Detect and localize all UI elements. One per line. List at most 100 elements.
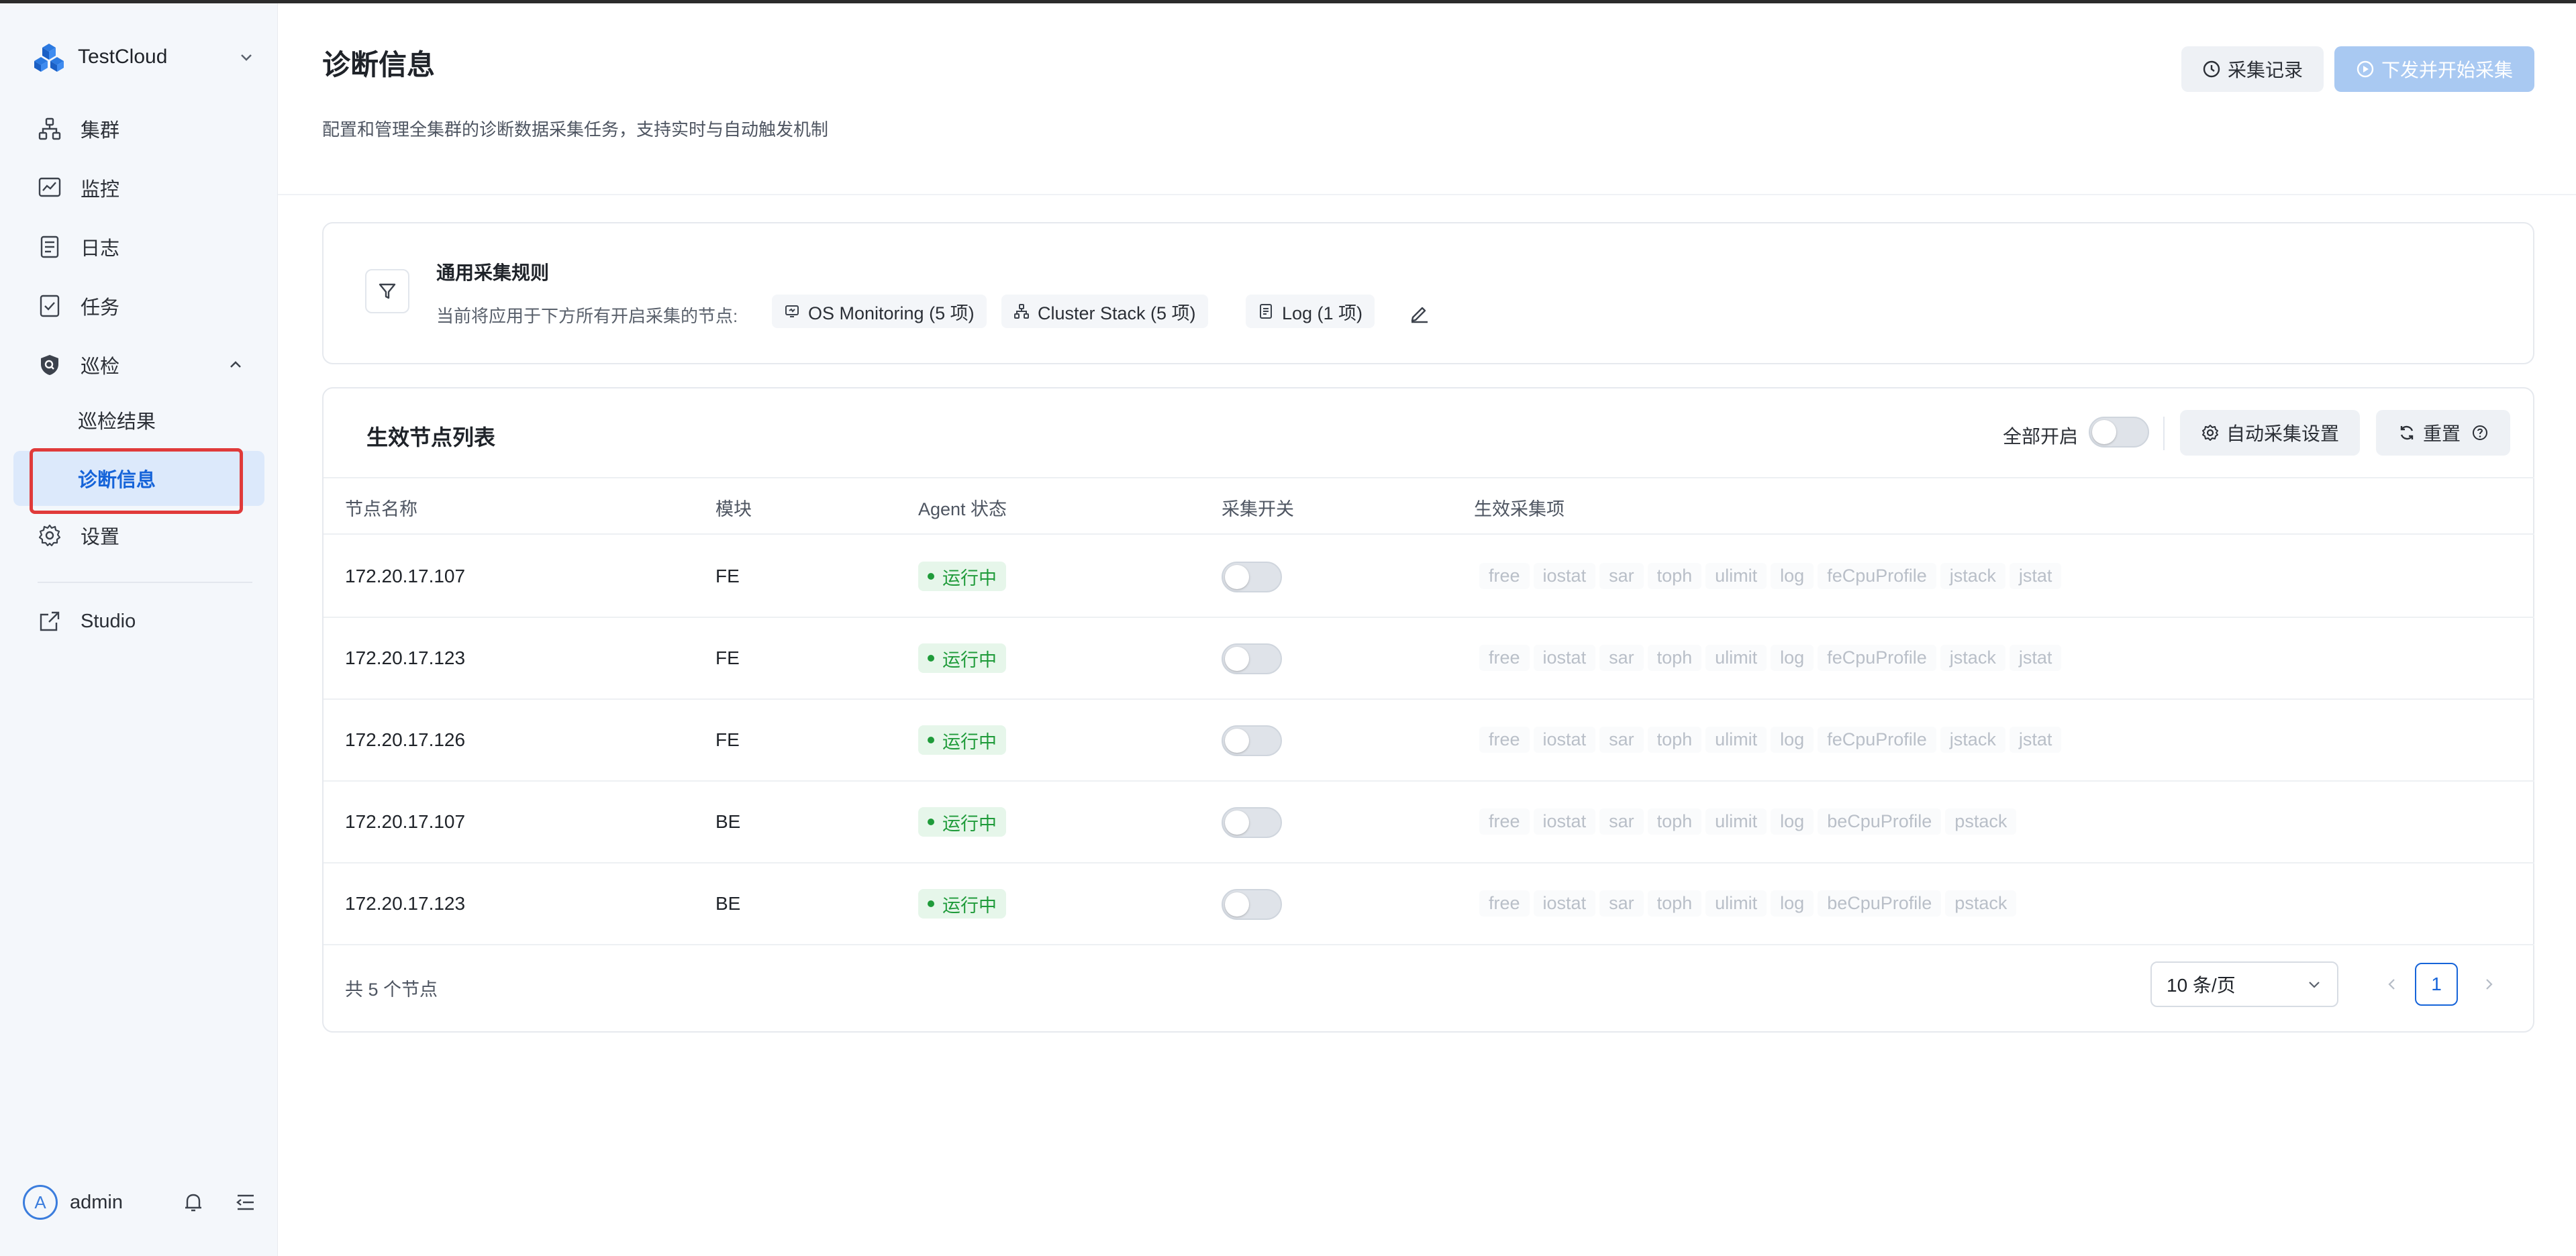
collapse-menu-icon[interactable] [234,1190,258,1214]
user-profile: A admin [23,1184,258,1221]
chip-label: Log (1 项) [1282,303,1363,323]
collection-item-tag: log [1771,563,1814,589]
avatar[interactable]: A [23,1185,58,1220]
sidebar-subitem-diagnostics[interactable]: 诊断信息 [13,451,264,506]
dispatch-start-button[interactable]: 下发并开始采集 [2334,46,2534,92]
collection-item-tag: log [1771,890,1814,917]
collection-item-tag: toph [1647,890,1702,917]
collection-item-tag: ulimit [1705,808,1767,835]
table-row: 172.20.17.123 BE 运行中 free iostat sar toph ulimi… [324,863,2534,945]
collection-item-tag: iostat [1533,890,1596,917]
sidebar-subitem-inspection-results[interactable]: 巡检结果 [13,392,264,448]
collection-item-tag: log [1771,727,1814,753]
collection-item-tag: feCpuProfile [1818,563,1936,589]
filter-icon [379,283,396,299]
collection-item-tag: log [1771,645,1814,671]
status-badge: 运行中 [918,562,1006,591]
collection-toggle[interactable] [1222,807,1282,838]
collection-item-tag: jstack [1940,645,2005,671]
node-name-cell: 172.20.17.107 [345,811,466,832]
button-label: 重置 [2422,423,2461,444]
toggle-knob [1225,565,1249,589]
refresh-icon [2400,425,2414,440]
collection-item-tag: sar [1599,563,1644,589]
page-number-current[interactable]: 1 [2415,963,2458,1006]
bell-icon[interactable] [181,1190,205,1214]
chevron-down-icon [241,54,252,61]
collection-item-tag: jstat [2009,727,2062,753]
collection-toggle[interactable] [1222,643,1282,674]
sidebar-item-label: 巡检 [81,356,120,378]
sidebar: TestCloud 集群 监控 日志 任务 巡检 巡检结果 诊断信息 设置 St… [0,3,278,1256]
table-header: 节点名称 模块 Agent 状态 采集开关 生效采集项 [324,477,2534,535]
sidebar-item-cluster[interactable]: 集群 [13,105,264,152]
collection-item-tag: free [1479,890,1530,917]
effective-items-list: free iostat sar toph ulimit log feCpuProfile js… [1479,645,2062,671]
sidebar-item-studio[interactable]: Studio [13,598,264,645]
sidebar-item-log[interactable]: 日志 [13,223,264,270]
brand-name: TestCloud [78,46,168,68]
collection-item-tag: free [1479,727,1530,753]
shield-icon [41,355,58,375]
rule-chip-cluster-stack: Cluster Stack (5 项) [1001,295,1208,328]
page-size-select[interactable]: 10 条/页 [2150,961,2338,1007]
monitor-icon [785,305,799,317]
status-dot [928,900,934,907]
sidebar-divider [38,582,252,583]
sidebar-item-monitor[interactable]: 监控 [13,164,264,211]
sidebar-item-label: 集群 [81,120,120,142]
header-divider [278,194,2576,195]
collection-item-tag: sar [1599,727,1644,753]
sidebar-item-task[interactable]: 任务 [13,282,264,329]
edit-pencil-icon[interactable] [1408,301,1431,324]
collection-item-tag: free [1479,563,1530,589]
collection-toggle[interactable] [1222,889,1282,920]
status-badge: 运行中 [918,889,1006,919]
prev-page-button[interactable] [2371,963,2414,1006]
button-label: 自动采集设置 [2226,423,2339,444]
status-dot [928,573,934,580]
collection-item-tag: feCpuProfile [1818,727,1936,753]
chip-label: OS Monitoring (5 项) [808,303,975,323]
sidebar-item-label: Studio [81,610,136,632]
status-text: 运行中 [942,649,997,670]
total-count: 共 5 个节点 [345,980,438,1000]
next-page-button[interactable] [2467,963,2510,1006]
sidebar-item-label: 日志 [81,238,120,260]
main-content: 诊断信息 配置和管理全集群的诊断数据采集任务，支持实时与自动触发机制 采集记录 … [278,3,2576,1256]
collection-item-tag: iostat [1533,727,1596,753]
auto-collect-settings-button[interactable]: 自动采集设置 [2180,410,2360,456]
collection-item-tag: beCpuProfile [1818,808,1942,835]
node-name-cell: 172.20.17.123 [345,647,466,668]
collection-item-tag: iostat [1533,645,1596,671]
reset-button[interactable]: 重置 [2376,410,2510,456]
collection-item-tag: pstack [1945,808,2017,835]
brand-switcher[interactable]: TestCloud [34,40,255,74]
collection-item-tag: beCpuProfile [1818,890,1942,917]
effective-items-list: free iostat sar toph ulimit log feCpuProfile js… [1479,727,2062,753]
page-description: 配置和管理全集群的诊断数据采集任务，支持实时与自动触发机制 [322,119,829,140]
table-row: 172.20.17.107 BE 运行中 free iostat sar toph ulimi… [324,782,2534,863]
all-on-toggle[interactable] [2089,417,2149,448]
button-label: 采集记录 [2227,60,2303,81]
clock-icon [2203,60,2220,78]
help-circle-icon[interactable] [2471,424,2489,441]
collection-toggle[interactable] [1222,562,1282,592]
column-header-effective-items: 生效采集项 [1474,499,1565,519]
collection-item-tag: feCpuProfile [1818,645,1936,671]
collection-item-tag: jstat [2009,645,2062,671]
status-badge: 运行中 [918,807,1006,837]
collection-item-tag: iostat [1533,563,1596,589]
toggle-knob [1225,810,1249,835]
status-dot [928,737,934,743]
sidebar-item-inspection[interactable]: 巡检 [13,342,264,388]
module-cell: FE [715,647,740,668]
sidebar-item-settings[interactable]: 设置 [13,512,264,559]
collection-item-tag: jstack [1940,727,2005,753]
collection-records-button[interactable]: 采集记录 [2181,46,2324,92]
collection-item-tag: jstack [1940,563,2005,589]
collection-toggle[interactable] [1222,725,1282,756]
collection-item-tag: iostat [1533,808,1596,835]
status-dot [928,819,934,825]
chevron-right-icon [2486,979,2493,990]
